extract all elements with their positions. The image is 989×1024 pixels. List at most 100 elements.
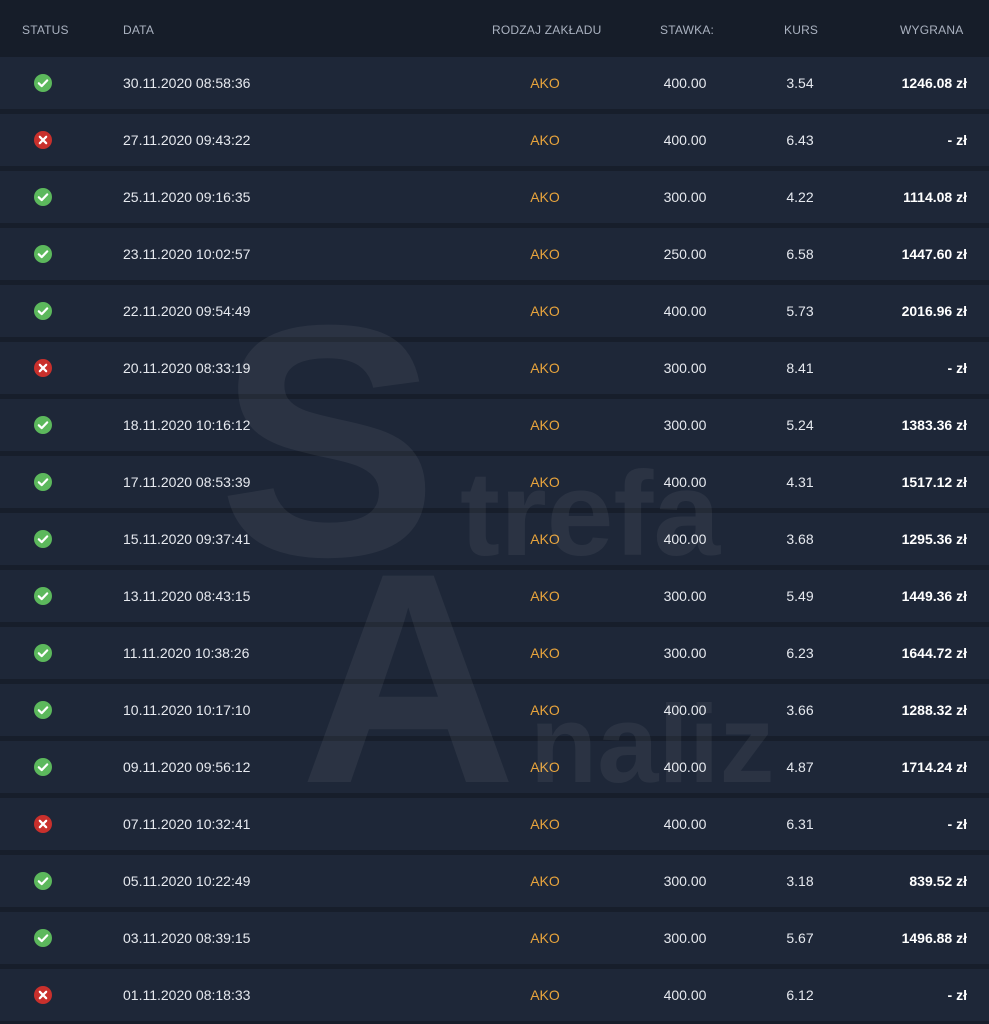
check-circle-icon	[34, 188, 52, 206]
date-cell: 30.11.2020 08:58:36	[123, 75, 251, 91]
odds-cell: 6.12	[786, 987, 814, 1003]
header-status: STATUS	[22, 23, 69, 37]
x-circle-icon	[34, 359, 52, 377]
odds-cell: 3.18	[786, 873, 814, 889]
win-cell: 1449.36 zł	[901, 588, 967, 604]
date-cell: 11.11.2020 10:38:26	[123, 645, 250, 661]
table-row[interactable]: 27.11.2020 09:43:22 AKO 400.00 6.43 - zł	[0, 114, 989, 166]
win-cell: 1447.60 zł	[901, 246, 967, 262]
status-cell	[29, 456, 57, 508]
table-row[interactable]: 25.11.2020 09:16:35 AKO 300.00 4.22 1114.08 …	[0, 171, 989, 223]
table-row[interactable]: 20.11.2020 08:33:19 AKO 300.00 8.41 - zł	[0, 342, 989, 394]
check-circle-icon	[34, 530, 52, 548]
win-cell: - zł	[947, 360, 967, 376]
stake-cell: 400.00	[663, 75, 707, 91]
date-cell: 17.11.2020 08:53:39	[123, 474, 251, 490]
win-cell: 1114.08 zł	[903, 189, 967, 205]
status-cell	[29, 171, 57, 223]
status-cell	[29, 912, 57, 964]
bet-type-cell: AKO	[530, 816, 560, 832]
header-stake: STAWKA:	[660, 23, 715, 37]
header-bet-type: RODZAJ ZAKŁADU	[492, 23, 602, 37]
odds-cell: 6.43	[786, 132, 814, 148]
status-cell	[29, 570, 57, 622]
header-date: DATA	[123, 23, 155, 37]
table-row[interactable]: 22.11.2020 09:54:49 AKO 400.00 5.73 2016.96 …	[0, 285, 989, 337]
win-cell: 1246.08 zł	[901, 75, 967, 91]
status-cell	[29, 684, 57, 736]
table-row[interactable]: 23.11.2020 10:02:57 AKO 250.00 6.58 1447.60 …	[0, 228, 989, 280]
stake-cell: 400.00	[663, 474, 707, 490]
bet-type-cell: AKO	[530, 132, 560, 148]
check-circle-icon	[34, 758, 52, 776]
table-row[interactable]: 01.11.2020 08:18:33 AKO 400.00 6.12 - zł	[0, 969, 989, 1021]
check-circle-icon	[34, 872, 52, 890]
stake-cell: 250.00	[663, 246, 707, 262]
check-circle-icon	[34, 74, 52, 92]
date-cell: 22.11.2020 09:54:49	[123, 303, 251, 319]
table-row[interactable]: 03.11.2020 08:39:15 AKO 300.00 5.67 1496.88 …	[0, 912, 989, 964]
status-cell	[29, 399, 57, 451]
win-cell: - zł	[947, 132, 967, 148]
status-cell	[29, 228, 57, 280]
bet-type-cell: AKO	[530, 873, 560, 889]
status-cell	[29, 57, 57, 109]
date-cell: 25.11.2020 09:16:35	[123, 189, 251, 205]
bet-type-cell: AKO	[530, 246, 560, 262]
odds-cell: 6.31	[786, 816, 814, 832]
win-cell: 1517.12 zł	[901, 474, 967, 490]
x-circle-icon	[34, 131, 52, 149]
table-row[interactable]: 30.11.2020 08:58:36 AKO 400.00 3.54 1246.08 …	[0, 57, 989, 109]
stake-cell: 400.00	[663, 987, 707, 1003]
bet-type-cell: AKO	[530, 531, 560, 547]
status-cell	[29, 969, 57, 1021]
bet-type-cell: AKO	[530, 759, 560, 775]
check-circle-icon	[34, 701, 52, 719]
table-header: STATUS DATA RODZAJ ZAKŁADU STAWKA: KURS …	[0, 0, 989, 60]
odds-cell: 3.54	[786, 75, 814, 91]
status-cell	[29, 798, 57, 850]
date-cell: 23.11.2020 10:02:57	[123, 246, 251, 262]
odds-cell: 4.87	[786, 759, 814, 775]
check-circle-icon	[34, 929, 52, 947]
odds-cell: 8.41	[786, 360, 814, 376]
table-row[interactable]: 15.11.2020 09:37:41 AKO 400.00 3.68 1295.36 …	[0, 513, 989, 565]
date-cell: 07.11.2020 10:32:41	[123, 816, 251, 832]
date-cell: 01.11.2020 08:18:33	[123, 987, 251, 1003]
bet-type-cell: AKO	[530, 588, 560, 604]
table-row[interactable]: 05.11.2020 10:22:49 AKO 300.00 3.18 839.52 z…	[0, 855, 989, 907]
bet-type-cell: AKO	[530, 189, 560, 205]
status-cell	[29, 855, 57, 907]
win-cell: 839.52 zł	[909, 873, 967, 889]
bet-type-cell: AKO	[530, 702, 560, 718]
odds-cell: 5.73	[786, 303, 814, 319]
win-cell: 1383.36 zł	[901, 417, 967, 433]
stake-cell: 300.00	[663, 930, 707, 946]
table-row[interactable]: 17.11.2020 08:53:39 AKO 400.00 4.31 1517.12 …	[0, 456, 989, 508]
stake-cell: 300.00	[663, 360, 707, 376]
check-circle-icon	[34, 302, 52, 320]
odds-cell: 5.24	[786, 417, 814, 433]
win-cell: 2016.96 zł	[901, 303, 967, 319]
table-row[interactable]: 10.11.2020 10:17:10 AKO 400.00 3.66 1288.32 …	[0, 684, 989, 736]
stake-cell: 400.00	[663, 132, 707, 148]
date-cell: 15.11.2020 09:37:41	[123, 531, 251, 547]
date-cell: 05.11.2020 10:22:49	[123, 873, 251, 889]
bet-type-cell: AKO	[530, 930, 560, 946]
date-cell: 09.11.2020 09:56:12	[123, 759, 251, 775]
bet-table-body: 30.11.2020 08:58:36 AKO 400.00 3.54 1246.08 …	[0, 57, 989, 1024]
odds-cell: 6.58	[786, 246, 814, 262]
bet-type-cell: AKO	[530, 987, 560, 1003]
header-odds: KURS	[784, 23, 819, 37]
table-row[interactable]: 07.11.2020 10:32:41 AKO 400.00 6.31 - zł	[0, 798, 989, 850]
table-row[interactable]: 11.11.2020 10:38:26 AKO 300.00 6.23 1644.72 …	[0, 627, 989, 679]
stake-cell: 300.00	[663, 873, 707, 889]
check-circle-icon	[34, 587, 52, 605]
stake-cell: 400.00	[663, 702, 707, 718]
table-row[interactable]: 13.11.2020 08:43:15 AKO 300.00 5.49 1449.36 …	[0, 570, 989, 622]
stake-cell: 400.00	[663, 816, 707, 832]
check-circle-icon	[34, 473, 52, 491]
table-row[interactable]: 18.11.2020 10:16:12 AKO 300.00 5.24 1383.36 …	[0, 399, 989, 451]
table-row[interactable]: 09.11.2020 09:56:12 AKO 400.00 4.87 1714.24 …	[0, 741, 989, 793]
status-cell	[29, 114, 57, 166]
